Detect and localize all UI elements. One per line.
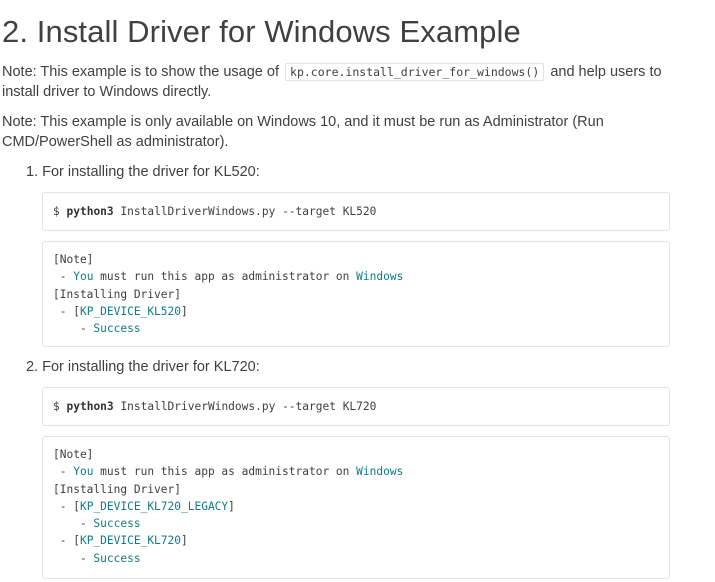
shell-prompt: $ bbox=[53, 205, 60, 218]
dash: - bbox=[53, 517, 94, 531]
step-2-command-block[interactable]: $ python3 InstallDriverWindows.py --targ… bbox=[42, 387, 670, 426]
device-name: KP_DEVICE_KL520 bbox=[79, 304, 182, 318]
output-line: [Note] bbox=[53, 448, 94, 461]
dash: - bbox=[53, 304, 74, 318]
bracket: [ bbox=[73, 304, 80, 318]
doc-page: 2. Install Driver for Windows Example No… bbox=[0, 0, 715, 582]
command-script: InstallDriverWindows.py bbox=[120, 205, 276, 218]
step-1-command: $ python3 InstallDriverWindows.py --targ… bbox=[43, 193, 669, 220]
command-script: InstallDriverWindows.py bbox=[120, 400, 276, 413]
command-args: --target KL720 bbox=[282, 400, 377, 413]
command-program: python3 bbox=[66, 205, 114, 218]
bracket: [ bbox=[73, 499, 80, 513]
bracket: [ bbox=[73, 534, 80, 548]
shell-prompt: $ bbox=[53, 400, 60, 413]
step-2-label: 2. For installing the driver for KL720: bbox=[26, 359, 260, 375]
inline-code-function: kp.core.install_driver_for_windows() bbox=[285, 63, 545, 81]
step-1-output-block[interactable]: [Note] - You must run this app as admini… bbox=[42, 241, 670, 347]
step-1-output: [Note] - You must run this app as admini… bbox=[43, 242, 669, 337]
bracket: ] bbox=[181, 304, 188, 318]
output-text: on bbox=[335, 465, 350, 479]
dash: - bbox=[53, 270, 74, 284]
output-highlight: You bbox=[73, 270, 94, 284]
dash: - bbox=[53, 551, 94, 565]
output-highlight: You bbox=[73, 465, 94, 479]
dash: - bbox=[53, 322, 94, 336]
output-line: [Installing Driver] bbox=[53, 287, 181, 301]
result-status: Success bbox=[93, 517, 141, 531]
command-program: python3 bbox=[66, 400, 114, 413]
usage-note: Note: This example is to show the usage … bbox=[2, 62, 702, 102]
section-heading: 2. Install Driver for Windows Example bbox=[2, 14, 521, 49]
command-args: --target KL520 bbox=[282, 205, 377, 218]
output-line: [Note] bbox=[53, 253, 94, 266]
bracket: ] bbox=[228, 499, 235, 513]
step-1-command-block[interactable]: $ python3 InstallDriverWindows.py --targ… bbox=[42, 192, 670, 231]
dash: - bbox=[53, 465, 74, 479]
device-name: KP_DEVICE_KL720 bbox=[79, 534, 182, 548]
output-highlight: Windows bbox=[356, 465, 404, 479]
result-status: Success bbox=[93, 322, 141, 336]
output-text: must run this app as administrator bbox=[93, 270, 336, 284]
result-status: Success bbox=[93, 551, 141, 565]
device-name: KP_DEVICE_KL720_LEGACY bbox=[79, 499, 229, 513]
bracket: ] bbox=[181, 534, 188, 548]
availability-note: Note: This example is only available on … bbox=[2, 114, 604, 150]
output-text: must run this app as administrator bbox=[93, 465, 336, 479]
dash: - bbox=[53, 499, 74, 513]
step-2-command: $ python3 InstallDriverWindows.py --targ… bbox=[43, 388, 669, 415]
step-2-output-block[interactable]: [Note] - You must run this app as admini… bbox=[42, 436, 670, 579]
step-2-output: [Note] - You must run this app as admini… bbox=[43, 437, 669, 567]
usage-note-prefix: Note: This example is to show the usage … bbox=[2, 64, 279, 80]
output-text: on bbox=[335, 270, 350, 284]
step-1-label: 1. For installing the driver for KL520: bbox=[26, 164, 260, 180]
output-highlight: Windows bbox=[356, 270, 404, 284]
dash: - bbox=[53, 534, 74, 548]
output-line: [Installing Driver] bbox=[53, 482, 181, 496]
